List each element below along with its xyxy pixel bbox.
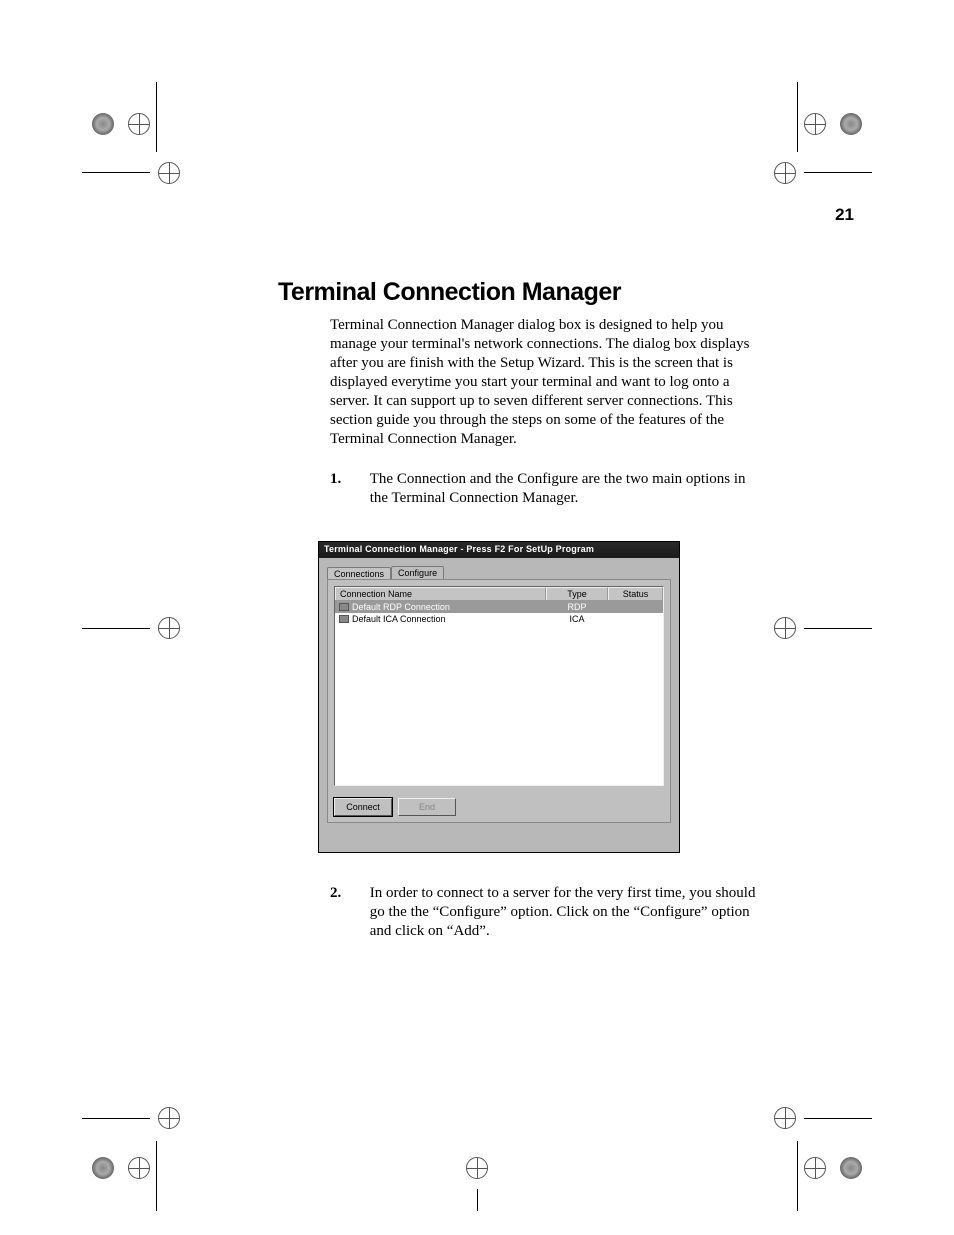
button-row: Connect End [334, 798, 456, 816]
list-row[interactable]: Default ICA Connection ICA [335, 613, 663, 625]
list-row[interactable]: Default RDP Connection RDP [335, 601, 663, 613]
list-header: Connection Name Type Status [335, 587, 663, 601]
col-connection-name[interactable]: Connection Name [335, 587, 546, 600]
terminal-connection-manager-dialog: Terminal Connection Manager - Press F2 F… [318, 541, 680, 853]
connection-icon [339, 603, 349, 611]
dialog-titlebar: Terminal Connection Manager - Press F2 F… [319, 542, 679, 558]
step-1: 1. The Connection and the Configure are … [330, 470, 760, 508]
col-type[interactable]: Type [546, 587, 608, 600]
connection-icon [339, 615, 349, 623]
step-2-number: 2. [330, 884, 366, 903]
tab-configure[interactable]: Configure [391, 566, 444, 579]
tab-panel: Connection Name Type Status Default RDP … [327, 579, 671, 823]
intro-paragraph: Terminal Connection Manager dialog box i… [330, 316, 755, 449]
row-name: Default ICA Connection [352, 614, 446, 624]
row-type: ICA [546, 613, 608, 625]
step-2-text: In order to connect to a server for the … [370, 884, 758, 941]
row-type: RDP [546, 601, 608, 613]
end-button[interactable]: End [398, 798, 456, 816]
connect-button[interactable]: Connect [334, 798, 392, 816]
row-name: Default RDP Connection [352, 602, 450, 612]
page-number: 21 [835, 205, 854, 225]
connection-list[interactable]: Connection Name Type Status Default RDP … [334, 586, 664, 786]
section-title: Terminal Connection Manager [278, 278, 621, 307]
step-1-text: The Connection and the Configure are the… [370, 470, 758, 508]
step-1-number: 1. [330, 470, 366, 489]
row-status [608, 613, 663, 625]
row-status [608, 601, 663, 613]
step-2: 2. In order to connect to a server for t… [330, 884, 760, 941]
col-status[interactable]: Status [608, 587, 663, 600]
tab-strip: Connections Configure [327, 564, 679, 579]
